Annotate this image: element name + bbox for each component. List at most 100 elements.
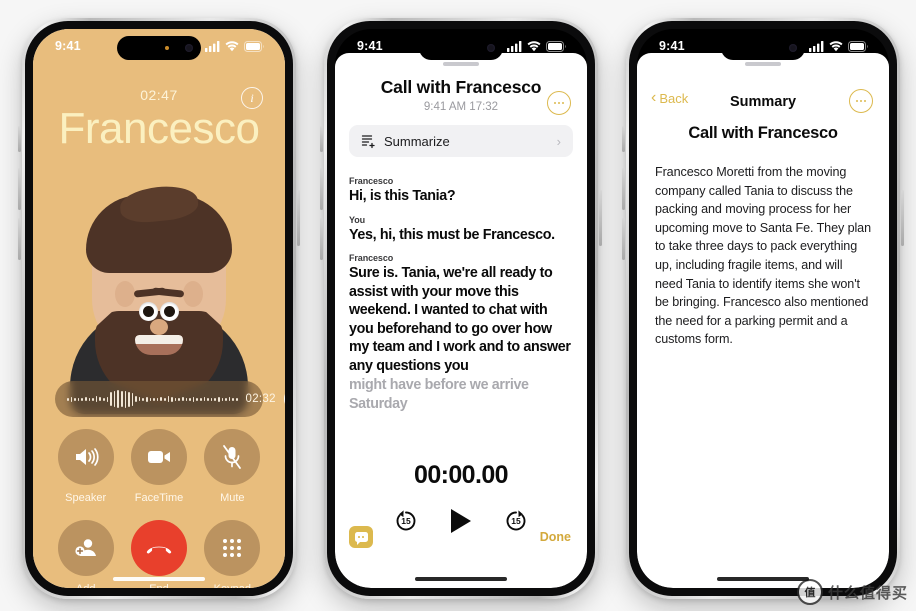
waveform-bar: [138, 397, 141, 401]
control-label: End: [149, 583, 169, 588]
control-keypad[interactable]: Keypad: [204, 520, 261, 588]
power-button[interactable]: [901, 190, 904, 246]
control-facetime[interactable]: FaceTime: [130, 429, 187, 504]
nav-title: Summary: [729, 94, 797, 110]
phone3-screen: 9:41 Summary ‹ Back Call with Francesco …: [637, 29, 889, 588]
control-label: FaceTime: [134, 492, 184, 504]
status-time: 9:41: [659, 39, 685, 53]
volume-down-button[interactable]: [320, 218, 323, 260]
mute-button[interactable]: [204, 429, 261, 485]
caller-name: Francesco: [58, 104, 260, 153]
waveform-bar: [77, 397, 80, 401]
volume-up-button[interactable]: [320, 168, 323, 210]
mute-switch[interactable]: [320, 126, 323, 152]
summarize-row[interactable]: Summarize ›: [349, 125, 573, 157]
control-speaker[interactable]: Speaker: [57, 429, 114, 504]
control-label: Mute: [220, 492, 245, 504]
playback-time: 00:00.00: [414, 461, 509, 489]
volume-up-button[interactable]: [18, 168, 21, 210]
transcript-entry: Francesco Sure is. Tania, we're all read…: [349, 253, 573, 413]
facetime-button[interactable]: [130, 429, 187, 485]
end-call-icon: [146, 546, 172, 554]
volume-down-button[interactable]: [622, 218, 625, 260]
more-options-button[interactable]: [849, 89, 873, 113]
waveform-bar: [156, 397, 159, 401]
waveform-bar: [210, 397, 213, 401]
call-recording-bar[interactable]: 02:32: [55, 381, 285, 417]
battery-icon: [546, 40, 566, 52]
phone2-screen: 9:41 Call with Francesco 9:41 AM 17:32 S…: [335, 29, 587, 588]
waveform-bar: [135, 396, 137, 402]
memoji-pupil-right: [164, 306, 175, 317]
home-indicator[interactable]: [415, 577, 507, 581]
video-camera-icon: [147, 451, 170, 463]
phone-call-screen: 9:41 i 02:47 Francesco 02:32 Speaker Fac…: [18, 18, 300, 599]
waveform-bar: [110, 392, 112, 406]
waveform-bar: [81, 397, 83, 401]
waveform-bar: [67, 397, 69, 401]
waveform-bar: [228, 397, 231, 401]
dot-icon: [561, 101, 565, 105]
memoji-eye-right: [160, 302, 179, 321]
waveform-bar: [167, 396, 170, 402]
skip-back-15-button[interactable]: 15: [393, 508, 419, 534]
done-button[interactable]: Done: [540, 530, 571, 544]
speaker-label: Francesco: [349, 176, 394, 186]
memoji-eye-left: [139, 302, 158, 321]
waveform-bar: [214, 397, 216, 401]
waveform-bar: [117, 390, 119, 408]
scene: 9:41 i 02:47 Francesco 02:32 Speaker Fac…: [0, 0, 916, 611]
phone-summary-screen: 9:41 Summary ‹ Back Call with Francesco …: [622, 18, 904, 599]
volume-down-button[interactable]: [18, 218, 21, 260]
waveform-bar: [207, 397, 209, 401]
control-mute[interactable]: Mute: [204, 429, 261, 504]
mute-switch[interactable]: [18, 126, 21, 152]
mute-switch[interactable]: [622, 126, 625, 152]
waveform-bar: [196, 397, 198, 401]
speaker-button[interactable]: [57, 429, 114, 485]
watermark-text: 什么值得买: [827, 584, 908, 602]
more-options-button[interactable]: [547, 91, 571, 115]
home-indicator[interactable]: [717, 577, 809, 581]
phone1-screen: 9:41 i 02:47 Francesco 02:32 Speaker Fac…: [33, 29, 285, 588]
dot-icon: [863, 99, 867, 103]
waveform-bar: [131, 392, 134, 406]
transcript-toggle-button[interactable]: [349, 526, 373, 548]
phone-transcript-screen: 9:41 Call with Francesco 9:41 AM 17:32 S…: [320, 18, 602, 599]
waveform-bar: [120, 391, 123, 407]
keypad-button[interactable]: [204, 520, 261, 576]
status-icons: [205, 40, 265, 52]
status-icons: [809, 40, 869, 52]
waveform-bar: [217, 396, 220, 402]
back-label: Back: [659, 90, 689, 106]
wifi-icon: [829, 40, 843, 51]
waveform-bar: [149, 397, 152, 401]
waveform-bar: [124, 390, 127, 408]
volume-up-button[interactable]: [622, 168, 625, 210]
skip-forward-15-button[interactable]: 15: [503, 508, 529, 534]
waveform-bar: [142, 397, 145, 401]
cellular-bars-icon: [507, 40, 522, 52]
speaker-label: You: [349, 214, 366, 225]
waveform-bar: [203, 397, 206, 401]
wifi-icon: [225, 40, 239, 51]
waveform-bar: [146, 396, 148, 402]
transcript-entry: Francesco Hi, is this Tania?: [349, 176, 573, 206]
utterance-text: Yes, hi, this must be Francesco.: [349, 226, 555, 243]
add-call-button[interactable]: [57, 520, 114, 576]
back-button[interactable]: ‹ Back: [651, 90, 688, 106]
memoji-eyebrow-right: [151, 287, 185, 298]
control-add[interactable]: Add: [57, 520, 114, 588]
summarize-label: Summarize: [384, 133, 450, 149]
summarize-icon: [361, 134, 375, 148]
home-indicator[interactable]: [113, 577, 205, 581]
status-time: 9:41: [55, 39, 81, 53]
speaker-icon: [75, 448, 99, 466]
waveform-bar: [178, 397, 180, 401]
waveform-bar: [113, 391, 116, 407]
end-call-button[interactable]: [130, 520, 187, 576]
power-button[interactable]: [297, 190, 300, 246]
play-button[interactable]: [451, 509, 471, 533]
power-button[interactable]: [599, 190, 602, 246]
waveform-bar: [232, 397, 234, 401]
